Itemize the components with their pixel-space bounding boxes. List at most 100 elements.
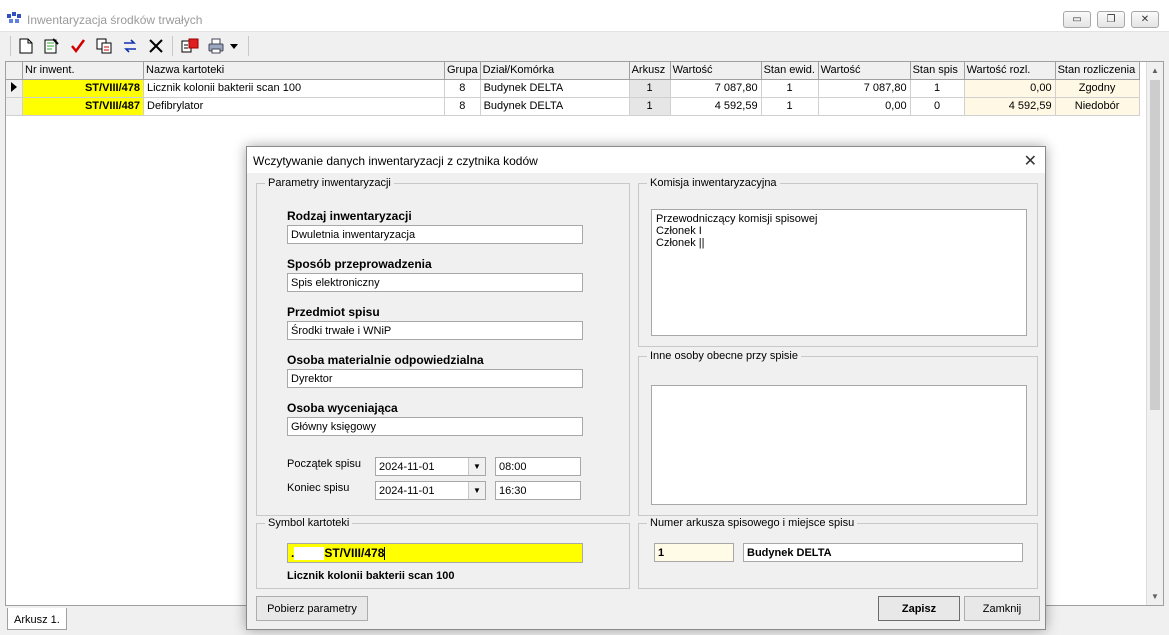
import-button[interactable] xyxy=(180,36,200,56)
koniec-date-value: 2024-11-01 xyxy=(379,485,435,497)
cell-stan-rozliczenia[interactable]: Niedobór xyxy=(1055,97,1140,116)
sposob-input[interactable]: Spis elektroniczny xyxy=(287,273,583,292)
cell-wartosc-spis[interactable]: 7 087,80 xyxy=(818,79,911,98)
chevron-down-icon[interactable]: ▼ xyxy=(468,458,485,475)
inne-memo[interactable] xyxy=(651,385,1027,505)
symbol-name: Licznik kolonii bakterii scan 100 xyxy=(287,570,455,582)
column-header[interactable]: Stan ewid. xyxy=(761,62,819,80)
column-header[interactable]: Wartość rozl. xyxy=(964,62,1056,80)
app-icon xyxy=(7,12,21,23)
cell-wartosc-rozl[interactable]: 4 592,59 xyxy=(964,97,1056,116)
table-header-row: Nr inwent. Nazwa kartoteki Grupa Dział/K… xyxy=(6,62,1140,80)
cell-wartosc[interactable]: 4 592,59 xyxy=(670,97,762,116)
cell-wartosc-spis[interactable]: 0,00 xyxy=(818,97,911,116)
window-title: Inwentaryzacja środków trwałych xyxy=(27,13,203,27)
copy-icon xyxy=(96,38,112,54)
cell-stan-spis[interactable]: 1 xyxy=(910,79,965,98)
cell-wartosc[interactable]: 7 087,80 xyxy=(670,79,762,98)
pobierz-parametry-button[interactable]: Pobierz parametry xyxy=(256,596,368,621)
new-document-button[interactable] xyxy=(16,36,36,56)
minimize-button[interactable]: ▭ xyxy=(1063,11,1091,28)
new-document-icon xyxy=(19,38,33,54)
komisja-memo[interactable]: Przewodniczący komisji spisowej Członek … xyxy=(651,209,1027,336)
close-icon[interactable]: ✕ xyxy=(1024,151,1037,171)
inne-legend: Inne osoby obecne przy spisie xyxy=(650,350,798,362)
cell-stan-ewid[interactable]: 1 xyxy=(761,79,819,98)
row-selector[interactable] xyxy=(6,79,23,98)
zapisz-button[interactable]: Zapisz xyxy=(878,596,960,621)
scroll-up-icon[interactable]: ▲ xyxy=(1151,66,1159,75)
import-icon xyxy=(181,38,199,53)
cell-stan-spis[interactable]: 0 xyxy=(910,97,965,116)
cell-dzial[interactable]: Budynek DELTA xyxy=(480,97,630,116)
koniec-date-picker[interactable]: 2024-11-01 ▼ xyxy=(375,481,486,500)
komisja-line: Członek I xyxy=(656,225,702,237)
dialog-title-bar: Wczytywanie danych inwentaryzacji z czyt… xyxy=(247,147,1045,173)
miejsce-input[interactable]: Budynek DELTA xyxy=(743,543,1023,562)
column-header[interactable]: Stan rozliczenia xyxy=(1055,62,1140,80)
rodzaj-input[interactable]: Dwuletnia inwentaryzacja xyxy=(287,225,583,244)
table-row[interactable]: ST/VIII/487 Defibrylator 8 Budynek DELTA… xyxy=(6,97,1140,116)
poczatek-time-input[interactable]: 08:00 xyxy=(495,457,581,476)
osoba-mat-label: Osoba materialnie odpowiedzialna xyxy=(287,353,484,367)
approve-button[interactable] xyxy=(68,36,88,56)
toolbar xyxy=(0,33,1169,59)
tab-arkusz-1[interactable]: Arkusz 1. xyxy=(7,608,67,630)
column-header[interactable]: Grupa xyxy=(444,62,481,80)
numer-legend: Numer arkusza spisowego i miejsce spisu xyxy=(650,517,855,529)
cell-stan-ewid[interactable]: 1 xyxy=(761,97,819,116)
column-header[interactable]: Wartość xyxy=(670,62,762,80)
text-cursor xyxy=(384,547,386,561)
delete-button[interactable] xyxy=(146,36,166,56)
cell-dzial[interactable]: Budynek DELTA xyxy=(480,79,630,98)
print-button[interactable] xyxy=(206,36,226,56)
przedmiot-input[interactable]: Środki trwałe i WNiP xyxy=(287,321,583,340)
scrollbar-thumb[interactable] xyxy=(1150,80,1160,410)
arkusz-input[interactable]: 1 xyxy=(654,543,734,562)
cell-wartosc-rozl[interactable]: 0,00 xyxy=(964,79,1056,98)
cell-arkusz[interactable]: 1 xyxy=(629,97,671,116)
osoba-mat-input[interactable]: Dyrektor xyxy=(287,369,583,388)
koniec-label: Koniec spisu xyxy=(287,482,350,494)
current-row-icon xyxy=(11,81,17,92)
cell-stan-rozliczenia[interactable]: Zgodny xyxy=(1055,79,1140,98)
cell-nr-inwent[interactable]: ST/VIII/478 xyxy=(22,79,144,98)
print-dropdown-button[interactable] xyxy=(228,36,240,56)
row-selector-header xyxy=(6,62,23,80)
poczatek-date-picker[interactable]: 2024-11-01 ▼ xyxy=(375,457,486,476)
rodzaj-label: Rodzaj inwentaryzacji xyxy=(287,209,412,223)
column-header[interactable]: Dział/Komórka xyxy=(480,62,630,80)
cell-nazwa[interactable]: Defibrylator xyxy=(143,97,445,116)
copy-button[interactable] xyxy=(94,36,114,56)
cell-grupa[interactable]: 8 xyxy=(444,97,481,116)
column-header[interactable]: Arkusz xyxy=(629,62,671,80)
cell-nazwa[interactable]: Licznik kolonii bakterii scan 100 xyxy=(143,79,445,98)
restore-button[interactable]: ❐ xyxy=(1097,11,1125,28)
column-header[interactable]: Wartość xyxy=(818,62,911,80)
edit-document-icon xyxy=(44,38,59,54)
edit-document-button[interactable] xyxy=(42,36,62,56)
cell-arkusz[interactable]: 1 xyxy=(629,79,671,98)
table-row[interactable]: ST/VIII/478 Licznik kolonii bakterii sca… xyxy=(6,79,1140,98)
koniec-time-input[interactable]: 16:30 xyxy=(495,481,581,500)
symbol-value: ST/VIII/478 xyxy=(324,546,385,560)
scroll-down-icon[interactable]: ▼ xyxy=(1151,592,1159,601)
zamknij-button[interactable]: Zamknij xyxy=(964,596,1040,621)
close-window-button[interactable]: ✕ xyxy=(1131,11,1159,28)
barcode-import-dialog: Wczytywanie danych inwentaryzacji z czyt… xyxy=(246,146,1046,630)
swap-button[interactable] xyxy=(120,36,140,56)
komisja-line: Członek || xyxy=(656,237,705,249)
redacted-block xyxy=(294,547,325,561)
vertical-scrollbar[interactable]: ▲ ▼ xyxy=(1146,62,1163,605)
window-title-bar: Inwentaryzacja środków trwałych ▭ ❐ ✕ xyxy=(0,0,1169,32)
column-header[interactable]: Nr inwent. xyxy=(22,62,144,80)
chevron-down-icon[interactable]: ▼ xyxy=(468,482,485,499)
column-header[interactable]: Stan spis xyxy=(910,62,965,80)
cell-nr-inwent[interactable]: ST/VIII/487 xyxy=(22,97,144,116)
row-selector[interactable] xyxy=(6,97,23,116)
column-header[interactable]: Nazwa kartoteki xyxy=(143,62,445,80)
osoba-wyc-input[interactable]: Główny księgowy xyxy=(287,417,583,436)
cell-grupa[interactable]: 8 xyxy=(444,79,481,98)
symbol-input[interactable]: . ST/VIII/478 xyxy=(287,543,583,563)
printer-icon xyxy=(208,38,224,54)
